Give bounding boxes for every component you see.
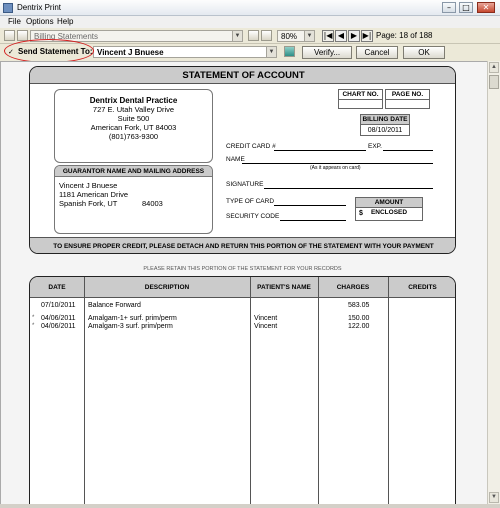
guarantor-header: GUARANTOR NAME AND MAILING ADDRESS xyxy=(55,166,212,177)
ok-button[interactable]: OK xyxy=(403,46,445,59)
scroll-thumb[interactable] xyxy=(489,75,499,89)
row-description: Balance Forward xyxy=(88,302,141,309)
page-no-label: PAGE NO. xyxy=(386,90,429,100)
row-date: 04/06/2011 xyxy=(41,323,76,330)
guarantor-zip: 84003 xyxy=(142,199,163,208)
menu-bar: File Options Help xyxy=(0,16,500,28)
signature-line xyxy=(264,188,433,189)
minimize-button[interactable]: – xyxy=(442,2,456,13)
vertical-scrollbar[interactable]: ▲ ▼ xyxy=(487,61,500,504)
recipient-value: Vincent J Bnuese xyxy=(97,48,164,57)
address-book-icon[interactable] xyxy=(284,46,295,57)
row-patient: Vincent xyxy=(254,315,278,322)
practice-address-1: 727 E. Utah Valley Drive xyxy=(92,105,175,114)
row-description: Amalgam-3 surf. prim/perm xyxy=(88,323,173,330)
as-on-card-note: (As it appears on card) xyxy=(310,165,361,171)
chevron-down-icon: ▼ xyxy=(304,31,314,41)
row-marker: * xyxy=(32,315,35,321)
column-header-date: DATE xyxy=(30,277,84,298)
column-divider xyxy=(318,277,319,504)
row-date: 07/10/2011 xyxy=(41,302,76,309)
exp-line xyxy=(383,150,433,151)
chevron-down-icon: ▼ xyxy=(266,47,276,57)
row-description: Amalgam-1+ surf. prim/perm xyxy=(88,315,177,322)
billing-date-label: BILLING DATE xyxy=(361,115,409,125)
zoom-value: 80% xyxy=(281,32,298,41)
column-header-credits: CREDITS xyxy=(388,277,455,298)
page-indicator: Page: 18 of 188 xyxy=(376,31,433,40)
close-button[interactable]: ✕ xyxy=(477,2,495,13)
chart-no-label: CHART NO. xyxy=(339,90,382,100)
practice-address-2: Suite 500 xyxy=(117,114,150,123)
practice-phone: (801)763-9300 xyxy=(108,132,159,141)
column-divider xyxy=(388,277,389,504)
report-options-icon[interactable] xyxy=(248,30,259,41)
column-header-charges: CHARGES xyxy=(318,277,388,298)
row-patient: Vincent xyxy=(254,323,278,330)
signature-label: SIGNATURE xyxy=(226,181,264,188)
exp-label: EXP. xyxy=(368,143,382,150)
practice-address-box: Dentrix Dental Practice 727 E. Utah Vall… xyxy=(54,89,213,163)
security-code-line xyxy=(280,220,346,221)
guarantor-name: Vincent J Bnuese xyxy=(59,181,118,190)
print-icon[interactable] xyxy=(4,30,15,41)
row-charges: 583.05 xyxy=(348,302,370,309)
zoom-select[interactable]: 80% ▼ xyxy=(277,30,315,42)
next-page-button[interactable]: ▶ xyxy=(348,30,360,42)
menu-file[interactable]: File xyxy=(8,17,21,26)
column-header-patient: PATIENT'S NAME xyxy=(250,277,318,298)
last-page-button[interactable]: ▶| xyxy=(361,30,373,42)
guarantor-street: 1181 American Drive xyxy=(59,190,129,199)
menu-options[interactable]: Options xyxy=(26,17,54,26)
row-date: 04/06/2011 xyxy=(41,315,76,322)
billing-date-value: 08/10/2011 xyxy=(367,127,403,134)
remittance-section: STATEMENT OF ACCOUNT Dentrix Dental Prac… xyxy=(29,66,456,254)
guarantor-city: Spanish Fork, UT xyxy=(59,199,118,208)
window-title: Dentrix Print xyxy=(17,3,62,12)
security-code-label: SECURITY CODE xyxy=(226,213,280,220)
credit-card-line xyxy=(274,150,366,151)
type-of-card-label: TYPE OF CARD xyxy=(226,198,275,205)
export-icon[interactable] xyxy=(261,30,272,41)
row-marker: * xyxy=(32,323,35,329)
credit-card-label: CREDIT CARD # xyxy=(226,143,276,150)
document-viewer[interactable]: STATEMENT OF ACCOUNT Dentrix Dental Prac… xyxy=(0,61,487,504)
maximize-button[interactable]: □ xyxy=(459,2,473,13)
title-bar: Dentrix Print – □ ✕ xyxy=(0,0,500,16)
row-charges: 122.00 xyxy=(348,323,370,330)
statement-title: STATEMENT OF ACCOUNT xyxy=(30,67,455,84)
amount-enclosed-box: AMOUNT ENCLOSED $ xyxy=(355,197,423,221)
scroll-down-icon[interactable]: ▼ xyxy=(489,492,499,503)
practice-name: Dentrix Dental Practice xyxy=(89,96,178,105)
billing-date-box: BILLING DATE 08/10/2011 xyxy=(360,114,410,136)
column-divider xyxy=(250,277,251,504)
verify-button[interactable]: Verify... xyxy=(302,46,352,59)
column-divider xyxy=(84,277,85,504)
highlight-circle xyxy=(4,39,94,63)
scroll-up-icon[interactable]: ▲ xyxy=(489,62,499,73)
first-page-button[interactable]: |◀ xyxy=(322,30,334,42)
chart-no-box: CHART NO. xyxy=(338,89,383,109)
setup-icon[interactable] xyxy=(17,30,28,41)
recipient-select[interactable]: Vincent J Bnuese ▼ xyxy=(93,46,277,58)
name-line xyxy=(242,163,433,164)
column-header-description: DESCRIPTION xyxy=(84,277,250,298)
detach-instruction: TO ENSURE PROPER CREDIT, PLEASE DETACH A… xyxy=(30,237,455,253)
practice-address-3: American Fork, UT 84003 xyxy=(90,123,177,132)
type-of-card-line xyxy=(274,205,346,206)
prev-page-button[interactable]: ◀ xyxy=(335,30,347,42)
app-icon xyxy=(3,3,13,13)
page-no-box: PAGE NO. xyxy=(385,89,430,109)
row-charges: 150.00 xyxy=(348,315,370,322)
name-label: NAME xyxy=(226,156,245,163)
chevron-down-icon: ▼ xyxy=(232,31,242,41)
cancel-button[interactable]: Cancel xyxy=(356,46,398,59)
amount-enclosed-label: AMOUNT ENCLOSED xyxy=(356,198,422,216)
menu-help[interactable]: Help xyxy=(57,17,73,26)
retain-note: PLEASE RETAIN THIS PORTION OF THE STATEM… xyxy=(143,266,342,272)
account-activity-table: DATE DESCRIPTION PATIENT'S NAME CHARGES … xyxy=(29,276,456,504)
guarantor-box: GUARANTOR NAME AND MAILING ADDRESS Vince… xyxy=(54,165,213,234)
